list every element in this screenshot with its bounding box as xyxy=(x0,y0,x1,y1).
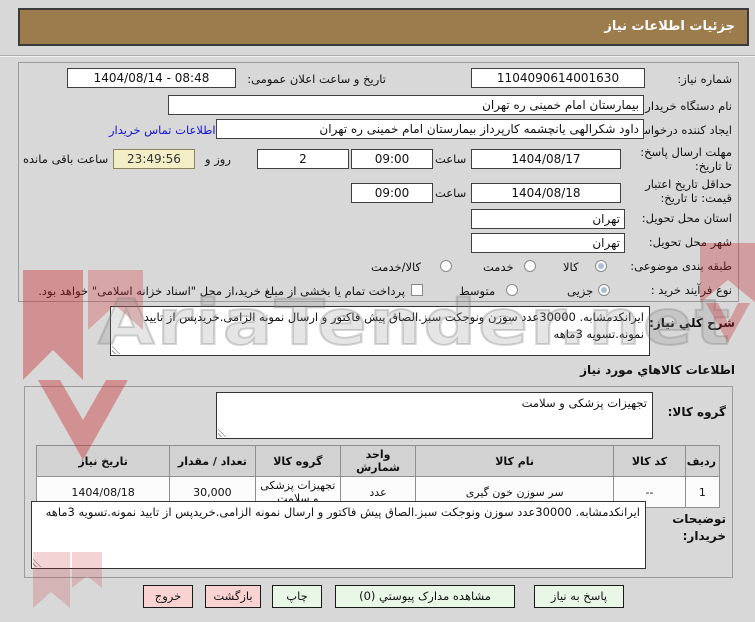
radio-goods-service[interactable] xyxy=(440,260,452,272)
province-label: استان محل تحویل: xyxy=(641,211,732,225)
radio-goods-service-label: کالا/خدمت xyxy=(371,260,422,274)
need-info-panel: شماره نیاز: 1104090614001630 تاریخ و ساع… xyxy=(18,62,739,302)
radio-goods-label: کالا xyxy=(563,260,579,274)
divider xyxy=(0,55,755,57)
need-number-field[interactable]: 1104090614001630 xyxy=(471,68,645,88)
remaining-timer: 23:49:56 xyxy=(113,149,195,169)
exit-button[interactable]: خروج xyxy=(143,585,193,608)
buyer-notes-textarea[interactable]: ایرانکدمشابه. 30000عدد سوزن ونوجکت سبز.ا… xyxy=(31,501,646,569)
group-label: گروه کالا: xyxy=(667,405,726,419)
validity-label: حداقل تاریخ اعتبار قیمت: تا تاریخ: xyxy=(645,177,732,206)
group-field[interactable]: تجهیزات پزشکی و سلامت xyxy=(216,392,653,439)
city-label: شهر محل تحویل: xyxy=(648,235,732,249)
buyer-contact-link[interactable]: اطلاعات تماس خریدار xyxy=(109,123,216,137)
buyer-name-field[interactable]: بیمارستان امام خمینی ره تهران xyxy=(168,95,644,115)
page-title: جزئیات اطلاعات نیاز xyxy=(18,8,749,46)
buyer-name-label: نام دستگاه خریدار: xyxy=(641,99,732,113)
col-row: ردیف xyxy=(684,445,721,477)
remaining-timer-label: ساعت باقی مانده xyxy=(23,152,109,166)
radio-medium-label: متوسط xyxy=(459,284,496,298)
remaining-days-field: 2 xyxy=(257,149,349,169)
col-item-name: نام کالا xyxy=(415,445,615,477)
resize-handle-icon xyxy=(33,557,43,567)
table-header-row: ردیف کد کالا نام کالا واحد شمارش گروه کا… xyxy=(35,445,721,477)
cell-row: 1 xyxy=(684,476,721,508)
deadline-date-field[interactable]: 1404/08/17 xyxy=(471,149,621,169)
back-button[interactable]: بازگشت xyxy=(205,585,261,608)
goods-table: ردیف کد کالا نام کالا واحد شمارش گروه کا… xyxy=(35,445,721,508)
resize-handle-icon xyxy=(112,344,122,354)
treasury-label: پرداخت تمام یا بخشی از مبلغ خرید،از محل … xyxy=(38,284,405,298)
radio-medium[interactable] xyxy=(506,284,518,296)
remaining-days-label: روز و xyxy=(205,152,231,166)
validity-time-field[interactable]: 09:00 xyxy=(351,183,433,203)
deadline-hour-label: ساعت xyxy=(435,152,467,166)
goods-section-header: اطلاعات كالاهاي مورد نياز xyxy=(580,363,735,377)
col-group: گروه کالا xyxy=(254,445,341,477)
announce-datetime-label: تاریخ و ساعت اعلان عمومی: xyxy=(247,72,386,86)
radio-minor[interactable] xyxy=(598,284,610,296)
col-item-code: کد کالا xyxy=(613,445,686,477)
print-button[interactable]: چاپ xyxy=(272,585,322,608)
view-attachments-button[interactable]: مشاهده مدارک پیوستي (0) xyxy=(335,585,515,608)
radio-goods[interactable] xyxy=(595,260,607,272)
col-quantity: تعداد / مقدار xyxy=(169,445,256,477)
announce-datetime-field[interactable]: 1404/08/14 - 08:48 xyxy=(67,68,236,88)
deadline-label: مهلت ارسال پاسخ: تا تاریخ: xyxy=(640,145,732,174)
col-need-date: تاریخ نیاز xyxy=(35,445,171,477)
description-textarea[interactable]: ایرانکدمشابه. 30000عدد سوزن ونوجکت سبز.ا… xyxy=(110,306,650,356)
treasury-checkbox[interactable] xyxy=(411,284,423,296)
respond-button[interactable]: پاسخ به نیاز xyxy=(534,585,624,608)
creator-field[interactable]: داود شکرالهی یانچشمه کارپرداز بیمارستان … xyxy=(216,119,644,139)
goods-panel: گروه کالا: تجهیزات پزشکی و سلامت ردیف کد… xyxy=(24,386,733,578)
classification-label: طبقه بندی موضوعی: xyxy=(630,259,732,273)
city-field[interactable]: تهران xyxy=(471,233,625,253)
process-type-label: نوع فرآیند خرید : xyxy=(650,283,732,297)
col-unit: واحد شمارش xyxy=(339,445,417,477)
province-field[interactable]: تهران xyxy=(471,209,625,229)
validity-date-field[interactable]: 1404/08/18 xyxy=(471,183,621,203)
validity-hour-label: ساعت xyxy=(435,186,467,200)
buyer-notes-label: توضیحات خریدار: xyxy=(672,512,726,543)
deadline-time-field[interactable]: 09:00 xyxy=(351,149,433,169)
description-label: شرح کلي نیاز: xyxy=(649,316,735,330)
need-number-label: شماره نیاز: xyxy=(677,72,732,86)
radio-minor-label: جزیی xyxy=(567,284,594,298)
radio-service[interactable] xyxy=(524,260,536,272)
radio-service-label: خدمت xyxy=(483,260,514,274)
resize-handle-icon xyxy=(218,427,228,437)
